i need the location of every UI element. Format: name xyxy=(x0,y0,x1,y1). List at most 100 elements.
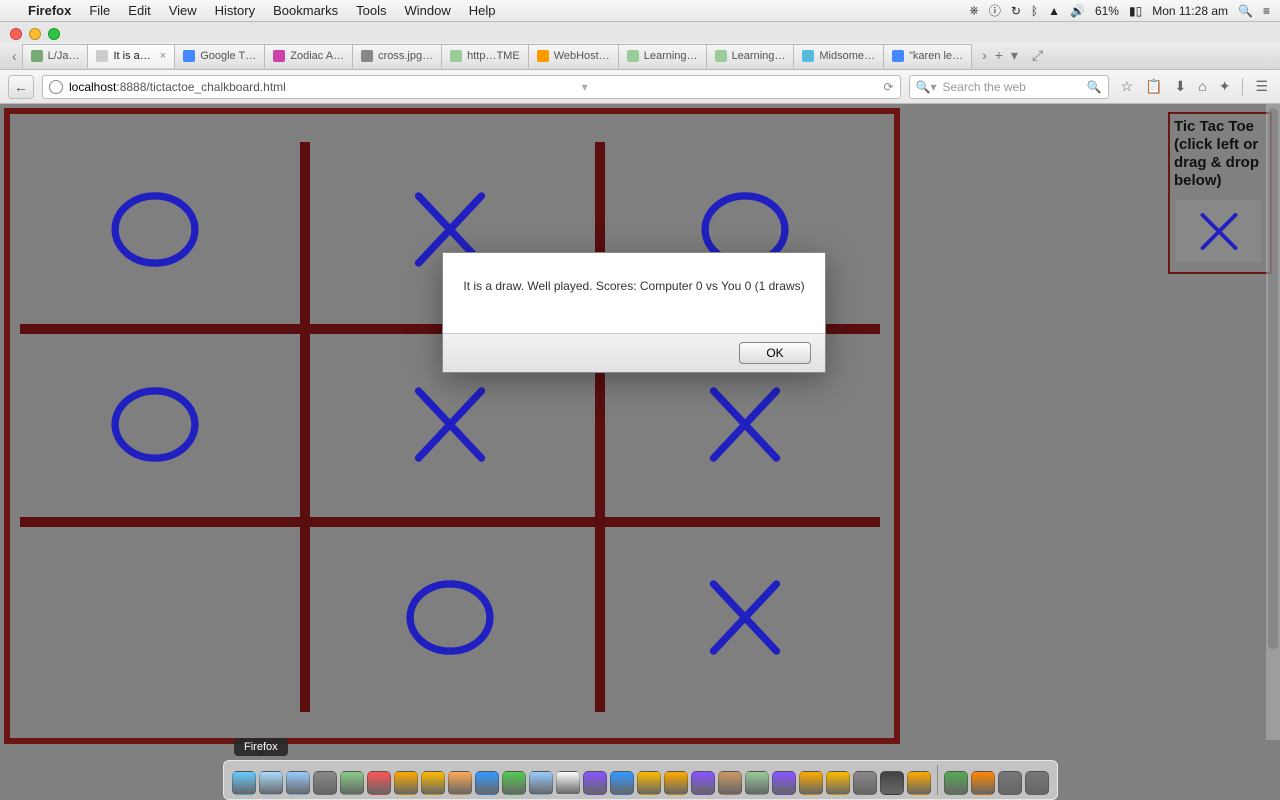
search-go-icon[interactable]: 🔍 xyxy=(1087,80,1102,94)
dropbox-icon[interactable]: ⎈ xyxy=(969,3,979,18)
dock-app-icon[interactable] xyxy=(232,771,256,795)
browser-tab[interactable]: Learning… xyxy=(706,44,795,68)
dock-app-icon[interactable] xyxy=(1025,771,1049,795)
app-name[interactable]: Firefox xyxy=(28,3,71,18)
dock-app-icon[interactable] xyxy=(475,771,499,795)
menu-tools[interactable]: Tools xyxy=(356,3,386,18)
drag-piece-x[interactable] xyxy=(1176,200,1261,262)
dock-app-icon[interactable] xyxy=(799,771,823,795)
reload-icon[interactable]: ⟳ xyxy=(883,80,893,94)
dock-app-icon[interactable] xyxy=(340,771,364,795)
alert-dialog: It is a draw. Well played. Scores: Compu… xyxy=(442,252,826,373)
menu-history[interactable]: History xyxy=(215,3,255,18)
alert-ok-button[interactable]: OK xyxy=(739,342,811,364)
tab-scroll-left-icon[interactable]: ‹ xyxy=(6,48,23,64)
board-cell[interactable] xyxy=(20,142,290,317)
browser-tab[interactable]: cross.jpg… xyxy=(352,44,442,68)
browser-tab[interactable]: It is a…× xyxy=(87,44,175,68)
dock-app-icon[interactable] xyxy=(556,771,580,795)
alert-message: It is a draw. Well played. Scores: Compu… xyxy=(443,253,825,333)
home-icon[interactable]: ⌂ xyxy=(1198,78,1206,96)
tab-label: Learning… xyxy=(644,50,698,62)
downloads-icon[interactable]: ⬇ xyxy=(1175,78,1187,96)
bookmark-star-icon[interactable]: ☆ xyxy=(1121,78,1134,96)
board-cell[interactable] xyxy=(315,530,585,705)
wifi-icon[interactable]: ▲ xyxy=(1048,4,1060,18)
clock[interactable]: Mon 11:28 am xyxy=(1152,4,1228,18)
x-mark-icon xyxy=(690,372,800,477)
window-close-button[interactable] xyxy=(10,28,22,40)
dock-app-icon[interactable] xyxy=(853,771,877,795)
accessibility-icon[interactable]: ⓘ xyxy=(989,2,1001,19)
menu-edit[interactable]: Edit xyxy=(128,3,150,18)
dock-app-icon[interactable] xyxy=(313,771,337,795)
browser-chrome: ‹ L/Ja…It is a…×Google T…Zodiac A…cross.… xyxy=(0,22,1280,104)
dock-app-icon[interactable] xyxy=(826,771,850,795)
browser-tab[interactable]: WebHost… xyxy=(528,44,619,68)
menu-bookmarks[interactable]: Bookmarks xyxy=(273,3,338,18)
dock-app-icon[interactable] xyxy=(880,771,904,795)
timemachine-icon[interactable]: ↻ xyxy=(1011,4,1021,18)
grid-line xyxy=(20,517,880,527)
bluetooth-icon[interactable]: ᛒ xyxy=(1031,4,1038,18)
game-board xyxy=(4,108,900,744)
dock-app-icon[interactable] xyxy=(529,771,553,795)
dock-app-icon[interactable] xyxy=(664,771,688,795)
dock-app-icon[interactable] xyxy=(259,771,283,795)
dock-app-icon[interactable] xyxy=(286,771,310,795)
volume-icon[interactable]: 🔊 xyxy=(1070,4,1085,18)
dock-app-icon[interactable] xyxy=(998,771,1022,795)
dock-app-icon[interactable] xyxy=(421,771,445,795)
dock-app-icon[interactable] xyxy=(745,771,769,795)
dock-app-icon[interactable] xyxy=(971,771,995,795)
browser-tab[interactable]: Google T… xyxy=(174,44,265,68)
dock-app-icon[interactable] xyxy=(448,771,472,795)
browser-tab[interactable]: http…TME xyxy=(441,44,529,68)
browser-tab[interactable]: Midsome… xyxy=(793,44,884,68)
board-cell[interactable] xyxy=(610,530,880,705)
tab-close-icon[interactable]: × xyxy=(160,50,166,62)
dock-app-icon[interactable] xyxy=(367,771,391,795)
menu-help[interactable]: Help xyxy=(469,3,496,18)
favicon-icon xyxy=(715,50,727,62)
back-button[interactable]: ← xyxy=(8,75,34,99)
dock-app-icon[interactable] xyxy=(691,771,715,795)
fullscreen-icon[interactable]: ⤢ xyxy=(1032,47,1043,64)
all-tabs-icon[interactable]: ▾ xyxy=(1011,47,1018,64)
dock-app-icon[interactable] xyxy=(502,771,526,795)
browser-tab[interactable]: Zodiac A… xyxy=(264,44,353,68)
hamburger-menu-icon[interactable]: ☰ xyxy=(1255,78,1268,96)
dock-app-icon[interactable] xyxy=(394,771,418,795)
browser-tab[interactable]: "karen le… xyxy=(883,44,972,68)
menu-view[interactable]: View xyxy=(169,3,197,18)
new-tab-button[interactable]: + xyxy=(995,47,1003,64)
favicon-icon xyxy=(627,50,639,62)
dock-app-icon[interactable] xyxy=(907,771,931,795)
reader-mode-icon[interactable]: ▾ xyxy=(582,80,588,94)
dock-app-icon[interactable] xyxy=(718,771,742,795)
dock-app-icon[interactable] xyxy=(583,771,607,795)
window-minimize-button[interactable] xyxy=(29,28,41,40)
window-zoom-button[interactable] xyxy=(48,28,60,40)
tab-scroll-right-icon[interactable]: › xyxy=(982,47,987,64)
dock-app-icon[interactable] xyxy=(637,771,661,795)
menu-window[interactable]: Window xyxy=(405,3,451,18)
spotlight-icon[interactable]: 🔍 xyxy=(1238,4,1253,18)
pocket-icon[interactable]: ✦ xyxy=(1219,78,1231,96)
clipboard-icon[interactable]: 📋 xyxy=(1145,78,1162,96)
dock-app-icon[interactable] xyxy=(944,771,968,795)
search-field[interactable]: 🔍▾ Search the web 🔍 xyxy=(909,75,1109,99)
browser-tab[interactable]: L/Ja… xyxy=(22,44,89,68)
board-cell[interactable] xyxy=(20,530,290,705)
dock-app-icon[interactable] xyxy=(772,771,796,795)
url-field[interactable]: localhost:8888/tictactoe_chalkboard.html… xyxy=(42,75,901,99)
x-mark-icon xyxy=(395,372,505,477)
scrollbar[interactable] xyxy=(1266,104,1280,740)
notifications-icon[interactable]: ≡ xyxy=(1263,4,1270,18)
battery-icon[interactable]: ▮▯ xyxy=(1129,4,1142,18)
dock-app-icon[interactable] xyxy=(610,771,634,795)
url-host: localhost:8888/tictactoe_chalkboard.html xyxy=(69,80,286,94)
menu-file[interactable]: File xyxy=(89,3,110,18)
browser-tab[interactable]: Learning… xyxy=(618,44,707,68)
board-cell[interactable] xyxy=(20,337,290,512)
